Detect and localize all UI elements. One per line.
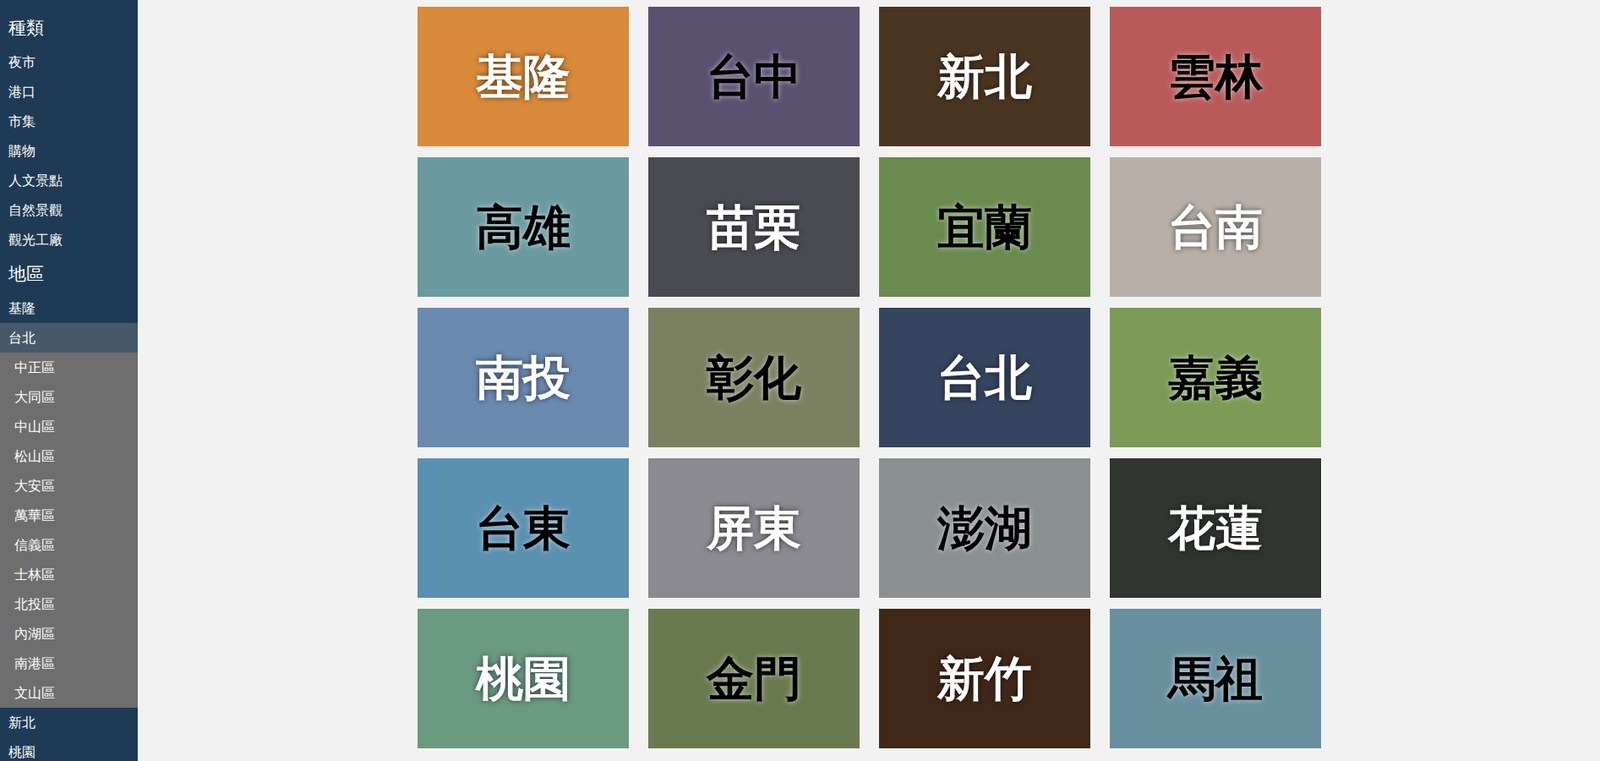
region-card[interactable]: 澎湖 xyxy=(879,458,1091,598)
region-card[interactable]: 新北 xyxy=(879,6,1091,147)
region-label: 苗栗 xyxy=(706,201,802,254)
sidebar-subitem[interactable]: 大安區 xyxy=(0,470,138,501)
region-card[interactable]: 馬祖 xyxy=(1109,608,1322,749)
sidebar-subitem[interactable]: 南港區 xyxy=(0,648,138,678)
region-card[interactable]: 苗栗 xyxy=(648,157,860,297)
region-card[interactable]: 金門 xyxy=(648,608,860,749)
region-label: 雲林 xyxy=(1168,50,1263,104)
region-card[interactable]: 基隆 xyxy=(417,6,629,147)
region-label: 台北 xyxy=(937,351,1033,405)
region-card[interactable]: 台中 xyxy=(648,6,860,147)
region-label: 澎湖 xyxy=(937,502,1033,555)
sidebar-subitem[interactable]: 中正區 xyxy=(0,352,138,383)
main-content: 基隆 台中 新北 雲林高雄 苗栗 宜蘭 台南南投 彰化 台北 嘉義台東 屏東 澎湖 花蓮桃園 金門 新竹 馬祖 xyxy=(137,0,1600,761)
region-label: 屏東 xyxy=(706,502,802,555)
region-card[interactable]: 台北 xyxy=(879,307,1091,448)
sidebar-sublist: 中正區大同區中山區松山區大安區萬華區信義區士林區北投區內湖區南港區文山區 xyxy=(0,352,138,708)
region-label: 金門 xyxy=(706,652,802,705)
sidebar-subitem[interactable]: 北投區 xyxy=(0,589,138,619)
sidebar-subitem[interactable]: 內湖區 xyxy=(0,618,138,649)
region-card[interactable]: 桃園 xyxy=(417,608,629,749)
region-card[interactable]: 屏東 xyxy=(648,458,860,598)
region-card[interactable]: 雲林 xyxy=(1109,6,1322,147)
region-label: 南投 xyxy=(475,351,571,405)
sidebar-item[interactable]: 觀光工廠 xyxy=(0,224,138,255)
region-grid: 基隆 台中 新北 雲林高雄 苗栗 宜蘭 台南南投 彰化 台北 嘉義台東 屏東 澎湖 花蓮桃園 金門 新竹 馬祖 xyxy=(417,6,1322,761)
region-card[interactable]: 花蓮 xyxy=(1109,458,1322,598)
region-card[interactable]: 宜蘭 xyxy=(879,157,1091,297)
sidebar-subitem[interactable]: 松山區 xyxy=(0,441,138,471)
sidebar-item[interactable]: 自然景觀 xyxy=(0,195,138,225)
sidebar-item[interactable]: 桃園 xyxy=(0,737,138,761)
region-card[interactable]: 彰化 xyxy=(648,307,860,448)
sidebar-item[interactable]: 新北 xyxy=(0,707,138,738)
sidebar-subitem[interactable]: 士林區 xyxy=(0,559,138,590)
sidebar: 種類 夜市 港口 市集 購物 人文景點 自然景觀 觀光工廠 地區 基隆 台北 中… xyxy=(0,0,138,761)
sidebar-subitem[interactable]: 中山區 xyxy=(0,411,138,442)
sidebar-item[interactable]: 台北 xyxy=(0,322,138,353)
region-label: 新竹 xyxy=(937,652,1033,705)
region-card[interactable]: 台東 xyxy=(417,458,629,598)
sidebar-item[interactable]: 夜市 xyxy=(0,47,138,77)
sidebar-item[interactable]: 購物 xyxy=(0,136,138,166)
region-label: 桃園 xyxy=(475,652,571,705)
sidebar-item[interactable]: 人文景點 xyxy=(0,165,138,196)
sidebar-item[interactable]: 市集 xyxy=(0,106,138,137)
region-label: 台南 xyxy=(1168,201,1263,254)
region-card[interactable]: 南投 xyxy=(417,307,629,448)
region-card[interactable]: 台南 xyxy=(1109,157,1322,297)
sidebar-subitem[interactable]: 信義區 xyxy=(0,529,138,560)
sidebar-item[interactable]: 港口 xyxy=(0,76,138,107)
region-card[interactable]: 新竹 xyxy=(879,608,1091,749)
sidebar-heading: 種類 xyxy=(0,8,138,48)
sidebar-subitem[interactable]: 文山區 xyxy=(0,677,138,708)
region-card[interactable]: 嘉義 xyxy=(1109,307,1322,448)
region-label: 馬祖 xyxy=(1168,652,1263,705)
region-label: 新北 xyxy=(937,50,1033,104)
region-label: 台東 xyxy=(475,502,571,555)
page: 種類 夜市 港口 市集 購物 人文景點 自然景觀 觀光工廠 地區 基隆 台北 中… xyxy=(0,0,1600,761)
sidebar-subitem[interactable]: 萬華區 xyxy=(0,500,138,530)
sidebar-subitem[interactable]: 大同區 xyxy=(0,382,138,412)
sidebar-item[interactable]: 基隆 xyxy=(0,293,138,323)
sidebar-heading: 地區 xyxy=(0,254,138,294)
region-label: 花蓮 xyxy=(1168,502,1263,555)
region-label: 彰化 xyxy=(706,351,802,405)
region-card[interactable]: 高雄 xyxy=(417,157,629,297)
region-label: 基隆 xyxy=(475,50,571,104)
region-label: 宜蘭 xyxy=(937,201,1033,254)
region-label: 高雄 xyxy=(475,201,571,254)
region-label: 嘉義 xyxy=(1168,351,1263,405)
region-label: 台中 xyxy=(706,50,802,104)
